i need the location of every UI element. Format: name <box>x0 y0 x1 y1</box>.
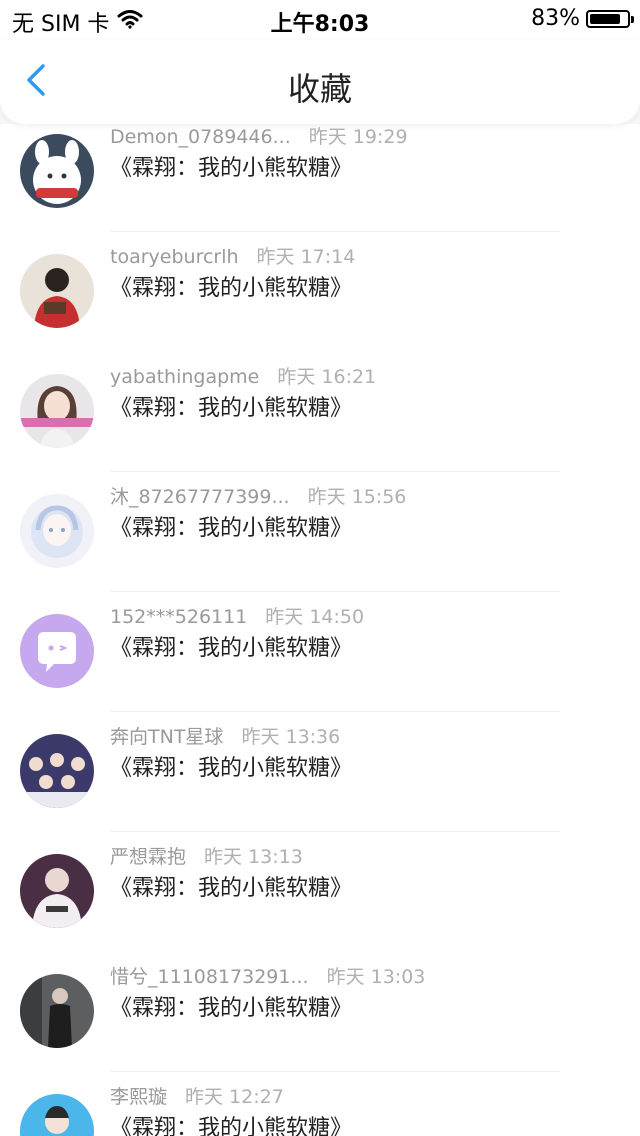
avatar <box>20 374 94 448</box>
avatar <box>20 614 94 688</box>
avatar <box>20 494 94 568</box>
item-meta: 严想霖抱 昨天 13:13 <box>110 842 303 869</box>
item-meta: toaryeburcrlh 昨天 17:14 <box>110 242 355 269</box>
avatar <box>20 734 94 808</box>
timestamp: 昨天 13:36 <box>241 726 341 748</box>
battery-icon <box>586 9 634 28</box>
battery-level <box>590 13 620 24</box>
username: toaryeburcrlh <box>110 246 239 268</box>
item-title: 《霖翔：我的小熊软糖》 <box>110 756 353 781</box>
status-right: 83% <box>531 6 634 31</box>
username: 沐_87267777399... <box>110 486 290 508</box>
timestamp: 昨天 14:50 <box>265 606 365 628</box>
item-title: 《霖翔：我的小熊软糖》 <box>110 1116 353 1136</box>
list-item[interactable]: 152***526111 昨天 14:50 《霖翔：我的小熊软糖》 <box>0 592 640 712</box>
username: 严想霖抱 <box>110 846 187 868</box>
item-title: 《霖翔：我的小熊软糖》 <box>110 396 353 421</box>
list-item[interactable]: Demon_0789446... 昨天 19:29 《霖翔：我的小熊软糖》 <box>0 124 640 232</box>
item-meta: 沐_87267777399... 昨天 15:56 <box>110 482 406 509</box>
item-meta: yabathingapme 昨天 16:21 <box>110 362 376 389</box>
item-title: 《霖翔：我的小熊软糖》 <box>110 996 353 1021</box>
timestamp: 昨天 15:56 <box>307 486 407 508</box>
list-item[interactable]: 奔向TNT星球 昨天 13:36 《霖翔：我的小熊软糖》 <box>0 712 640 832</box>
nav-bar: 收藏 <box>0 40 640 124</box>
battery-percent: 83% <box>531 6 580 31</box>
username: Demon_0789446... <box>110 126 291 148</box>
avatar <box>20 254 94 328</box>
item-meta: 惜兮_11108173291... 昨天 13:03 <box>110 962 425 989</box>
item-title: 《霖翔：我的小熊软糖》 <box>110 876 353 901</box>
timestamp: 昨天 13:13 <box>204 846 303 868</box>
favorites-list: Demon_0789446... 昨天 19:29 《霖翔：我的小熊软糖》 toa… <box>0 124 640 1136</box>
favorites-screen: 无 SIM 卡 上午8:03 83% 收藏 Demon_0789446... 昨… <box>0 0 640 1136</box>
status-bar: 无 SIM 卡 上午8:03 83% <box>0 0 640 40</box>
avatar <box>20 854 94 928</box>
list-item[interactable]: toaryeburcrlh 昨天 17:14 《霖翔：我的小熊软糖》 <box>0 232 640 352</box>
timestamp: 昨天 16:21 <box>277 366 377 388</box>
username: 惜兮_11108173291... <box>110 966 309 988</box>
item-meta: Demon_0789446... 昨天 19:29 <box>110 124 408 149</box>
list-item[interactable]: 惜兮_11108173291... 昨天 13:03 《霖翔：我的小熊软糖》 <box>0 952 640 1072</box>
list-item[interactable]: 严想霖抱 昨天 13:13 《霖翔：我的小熊软糖》 <box>0 832 640 952</box>
item-title: 《霖翔：我的小熊软糖》 <box>110 516 353 541</box>
item-title: 《霖翔：我的小熊软糖》 <box>110 156 353 181</box>
item-title: 《霖翔：我的小熊软糖》 <box>110 636 353 661</box>
timestamp: 昨天 13:03 <box>326 966 426 988</box>
item-meta: 奔向TNT星球 昨天 13:36 <box>110 722 340 749</box>
username: yabathingapme <box>110 366 260 388</box>
username: 奔向TNT星球 <box>110 726 224 748</box>
avatar <box>20 1094 94 1136</box>
timestamp: 昨天 17:14 <box>256 246 356 268</box>
item-title: 《霖翔：我的小熊软糖》 <box>110 276 353 301</box>
list-item[interactable]: 沐_87267777399... 昨天 15:56 《霖翔：我的小熊软糖》 <box>0 472 640 592</box>
page-title: 收藏 <box>287 70 352 108</box>
list-item[interactable]: yabathingapme 昨天 16:21 《霖翔：我的小熊软糖》 <box>0 352 640 472</box>
timestamp: 昨天 19:29 <box>308 126 408 148</box>
username: 李熙璇 <box>110 1086 168 1108</box>
avatar <box>20 134 94 208</box>
timestamp: 昨天 12:27 <box>185 1086 284 1108</box>
item-meta: 李熙璇 昨天 12:27 <box>110 1082 284 1109</box>
username: 152***526111 <box>110 606 248 628</box>
avatar <box>20 974 94 1048</box>
item-meta: 152***526111 昨天 14:50 <box>110 602 364 629</box>
list-item[interactable]: 李熙璇 昨天 12:27 《霖翔：我的小熊软糖》 <box>0 1072 640 1136</box>
